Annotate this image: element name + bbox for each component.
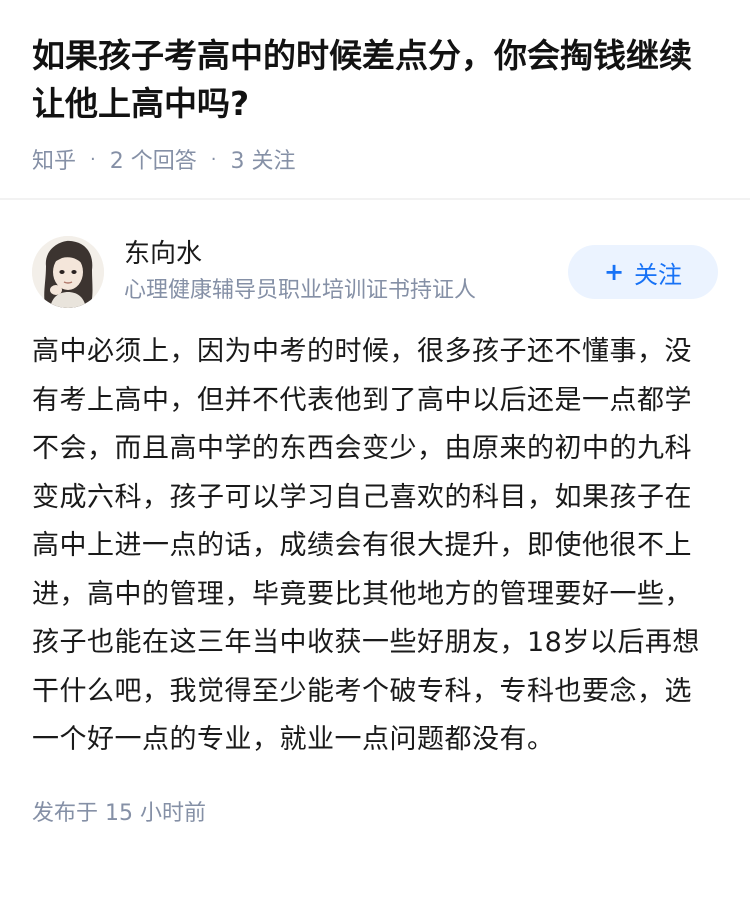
question-header: 如果孩子考高中的时候差点分，你会掏钱继续让他上高中吗? 知乎 · 2 个回答 ·… xyxy=(0,0,750,176)
source-label[interactable]: 知乎 xyxy=(32,143,76,175)
question-meta: 知乎 · 2 个回答 · 3 关注 xyxy=(32,142,718,176)
answer-content: 高中必须上，因为中考的时候，很多孩子还不懂事，没有考上高中，但并不代表他到了高中… xyxy=(32,336,700,755)
meta-dot: · xyxy=(90,148,96,170)
section-divider xyxy=(0,198,750,200)
question-title[interactable]: 如果孩子考高中的时候差点分，你会掏钱继续让他上高中吗? xyxy=(32,32,718,128)
author-info: 东向水 心理健康辅导员职业培训证书持证人 xyxy=(124,237,568,307)
plus-icon: + xyxy=(603,258,625,286)
meta-dot: · xyxy=(210,148,217,170)
follow-button[interactable]: + 关注 xyxy=(568,245,718,299)
avatar[interactable] xyxy=(32,236,104,308)
author-name[interactable]: 东向水 xyxy=(124,237,568,271)
follow-button-label: 关注 xyxy=(634,260,683,289)
follow-count[interactable]: 3 关注 xyxy=(230,143,295,175)
author-row: 东向水 心理健康辅导员职业培训证书持证人 + 关注 xyxy=(0,234,750,310)
author-bio: 心理健康辅导员职业培训证书持证人 xyxy=(124,278,477,303)
publish-time: 发布于 15 小时前 xyxy=(32,800,206,826)
answer-count[interactable]: 2 个回答 xyxy=(110,143,197,175)
avatar-illustration xyxy=(32,236,104,308)
